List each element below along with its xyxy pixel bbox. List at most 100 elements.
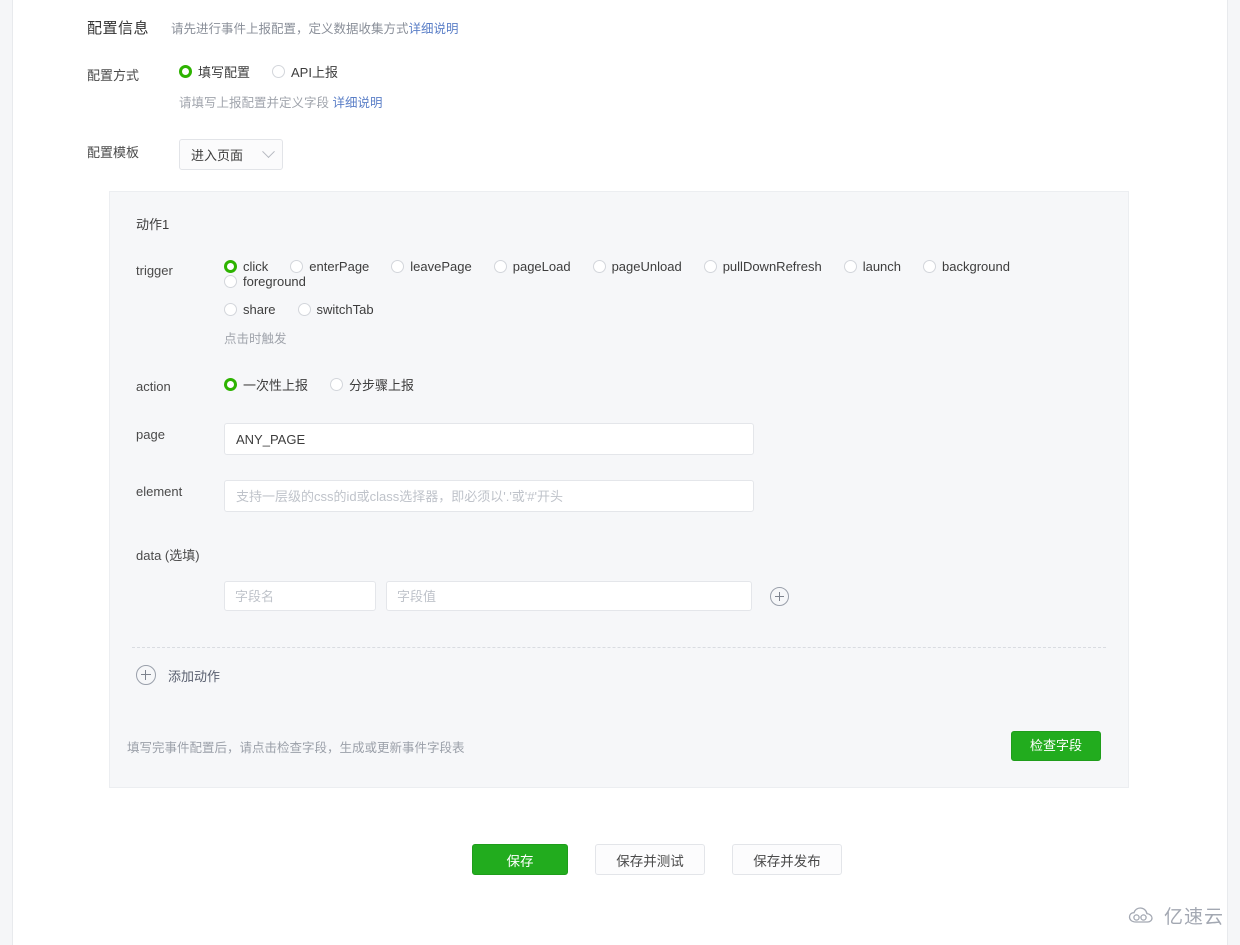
- radio-dot-icon: [391, 260, 405, 273]
- trigger-radio-group-line2: share switchTab: [224, 302, 1102, 317]
- radio-dot-icon: [272, 65, 286, 78]
- trigger-radio-group-line1: click enterPage leavePage pageLoad pageU…: [224, 259, 1102, 289]
- header-detail-link[interactable]: 详细说明: [409, 22, 459, 36]
- trigger-row: trigger click enterPage leavePage pageLo…: [136, 259, 1102, 347]
- panel-footer-note: 填写完事件配置后，请点击检查字段，生成或更新事件字段表: [127, 740, 465, 755]
- form-content: 配置信息 请先进行事件上报配置，定义数据收集方式详细说明 配置方式 填写配置 A…: [13, 0, 1227, 875]
- trigger-hint: 点击时触发: [224, 332, 287, 346]
- action-label: action: [136, 379, 171, 394]
- check-fields-button[interactable]: 检查字段: [1010, 731, 1101, 761]
- radio-trigger-enterpage-label: enterPage: [309, 259, 370, 274]
- data-inputs-row: [224, 581, 1102, 611]
- radio-dot-checked-icon: [179, 65, 192, 78]
- data-label: data (选填): [136, 548, 200, 563]
- add-action-label: 添加动作: [168, 668, 221, 684]
- data-field-value-input[interactable]: [386, 581, 752, 611]
- radio-dot-icon: [297, 303, 311, 316]
- config-template-row: 配置模板 进入页面: [87, 139, 1227, 170]
- action-radio-group: 一次性上报 分步骤上报: [224, 375, 1102, 394]
- radio-dot-icon: [493, 260, 507, 273]
- plus-circle-icon: [136, 665, 156, 685]
- radio-dot-checked-icon: [224, 260, 237, 273]
- trigger-label: trigger: [136, 263, 173, 278]
- config-method-label: 配置方式: [87, 68, 140, 83]
- radio-trigger-foreground-label: foreground: [243, 274, 306, 289]
- element-input[interactable]: [224, 480, 754, 512]
- config-method-hint: 请填写上报配置并定义字段 详细说明: [179, 92, 1227, 111]
- radio-action-once-label: 一次性上报: [243, 378, 309, 393]
- trigger-field: click enterPage leavePage pageLoad pageU…: [224, 259, 1102, 347]
- config-template-label: 配置模板: [87, 145, 140, 160]
- action-row: action 一次性上报 分步骤上报: [136, 375, 1102, 394]
- radio-trigger-pulldownrefresh-label: pullDownRefresh: [722, 259, 822, 274]
- action-panel: 动作1 trigger click enterPage leavePage pa…: [109, 191, 1129, 788]
- data-row: data (选填): [136, 541, 1102, 564]
- plus-circle-icon[interactable]: [770, 586, 789, 606]
- action-panel-body: trigger click enterPage leavePage pageLo…: [110, 259, 1128, 611]
- config-method-radio-group: 填写配置 API上报: [179, 62, 1227, 81]
- radio-trigger-click[interactable]: click: [224, 259, 268, 274]
- panel-footer: 填写完事件配置后，请点击检查字段，生成或更新事件字段表 检查字段: [110, 731, 1128, 787]
- radio-trigger-share-label: share: [243, 302, 276, 317]
- radio-trigger-pageload-label: pageLoad: [512, 259, 571, 274]
- save-button[interactable]: 保存: [472, 844, 568, 875]
- radio-action-stepwise[interactable]: 分步骤上报: [330, 375, 414, 394]
- radio-trigger-leavepage[interactable]: leavePage: [391, 259, 472, 274]
- config-template-field: 进入页面: [179, 139, 1227, 170]
- radio-trigger-launch[interactable]: launch: [843, 259, 902, 274]
- action-panel-title: 动作1: [136, 217, 170, 232]
- page-subtitle-text: 请先进行事件上报配置，定义数据收集方式: [171, 22, 409, 36]
- radio-trigger-switchtab[interactable]: switchTab: [297, 302, 374, 317]
- radio-trigger-enterpage[interactable]: enterPage: [290, 259, 369, 274]
- radio-dot-icon: [923, 260, 937, 273]
- radio-trigger-pageunload[interactable]: pageUnload: [592, 259, 682, 274]
- radio-trigger-click-label: click: [243, 259, 269, 274]
- config-method-detail-link[interactable]: 详细说明: [333, 96, 383, 110]
- page-input[interactable]: [224, 423, 754, 455]
- bottom-button-bar: 保存 保存并测试 保存并发布: [87, 844, 1227, 875]
- config-template-select[interactable]: 进入页面: [179, 139, 283, 170]
- radio-trigger-pulldownrefresh[interactable]: pullDownRefresh: [703, 259, 822, 274]
- radio-dot-icon: [290, 260, 304, 273]
- element-label: element: [136, 484, 183, 499]
- page-shell: 配置信息 请先进行事件上报配置，定义数据收集方式详细说明 配置方式 填写配置 A…: [12, 0, 1228, 945]
- section-header: 配置信息 请先进行事件上报配置，定义数据收集方式详细说明: [87, 0, 1227, 38]
- page-subtitle: 请先进行事件上报配置，定义数据收集方式详细说明: [171, 18, 459, 37]
- radio-dot-icon: [843, 260, 857, 273]
- radio-trigger-switchtab-label: switchTab: [316, 302, 374, 317]
- radio-action-once[interactable]: 一次性上报: [224, 375, 308, 394]
- chevron-down-icon: [262, 145, 275, 159]
- config-method-field: 填写配置 API上报 请填写上报配置并定义字段 详细说明: [179, 62, 1227, 111]
- data-field-name-input[interactable]: [224, 581, 376, 611]
- radio-dot-icon: [330, 378, 344, 391]
- radio-trigger-share[interactable]: share: [224, 302, 276, 317]
- radio-trigger-pageload[interactable]: pageLoad: [493, 259, 571, 274]
- radio-dot-icon: [224, 303, 237, 316]
- page-field: [224, 423, 1102, 455]
- save-and-publish-button[interactable]: 保存并发布: [732, 844, 842, 875]
- add-action-button[interactable]: 添加动作: [110, 648, 1128, 685]
- save-and-test-button[interactable]: 保存并测试: [595, 844, 705, 875]
- radio-trigger-leavepage-label: leavePage: [410, 259, 472, 274]
- radio-dot-checked-icon: [224, 378, 237, 391]
- page-label: page: [136, 427, 165, 442]
- action-field: 一次性上报 分步骤上报: [224, 375, 1102, 394]
- config-template-selected-value: 进入页面: [191, 148, 244, 163]
- radio-trigger-background[interactable]: background: [923, 259, 1010, 274]
- radio-dot-icon: [224, 275, 237, 288]
- radio-config-fill-label: 填写配置: [198, 65, 251, 80]
- page-row: page: [136, 423, 1102, 455]
- config-method-hint-text: 请填写上报配置并定义字段: [179, 96, 330, 110]
- radio-trigger-pageunload-label: pageUnload: [611, 259, 682, 274]
- radio-trigger-background-label: background: [942, 259, 1010, 274]
- radio-config-fill[interactable]: 填写配置: [179, 62, 250, 81]
- radio-dot-icon: [592, 260, 606, 273]
- radio-action-stepwise-label: 分步骤上报: [349, 378, 415, 393]
- element-field: [224, 480, 1102, 512]
- element-row: element: [136, 480, 1102, 512]
- config-method-row: 配置方式 填写配置 API上报 请填写上报配置并定义字段 详细说明: [87, 62, 1227, 111]
- radio-config-api[interactable]: API上报: [272, 62, 338, 81]
- radio-trigger-launch-label: launch: [862, 259, 902, 274]
- radio-config-api-label: API上报: [291, 65, 338, 80]
- radio-trigger-foreground[interactable]: foreground: [224, 274, 306, 289]
